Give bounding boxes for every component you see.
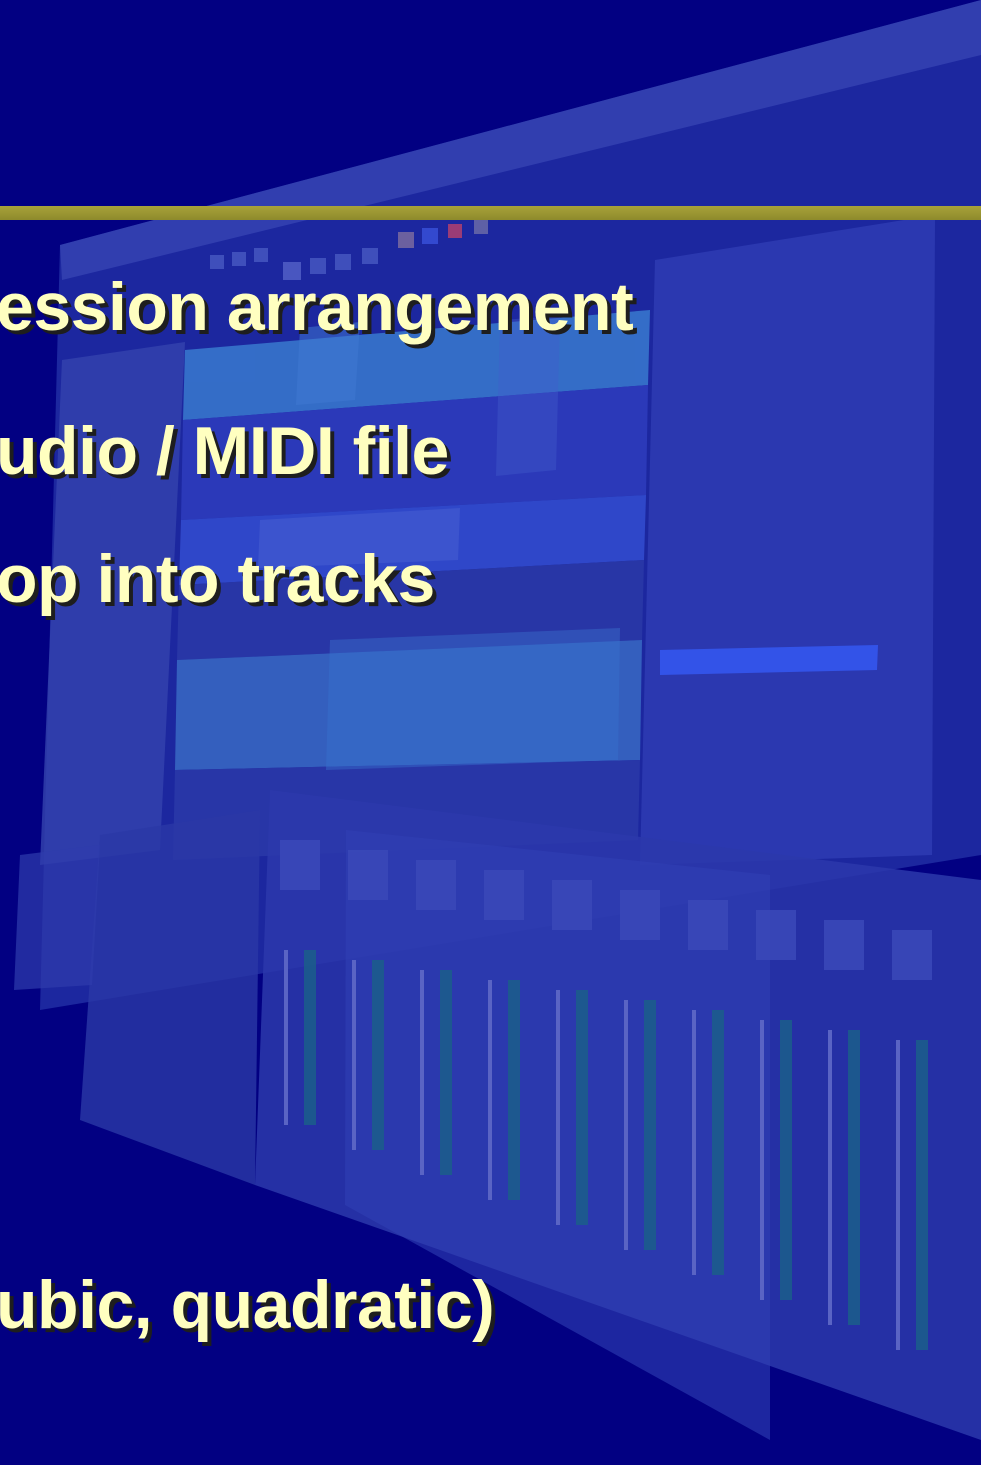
bullet-4: ubic, quadratic) <box>0 1267 495 1343</box>
bullet-1: ession arrangement <box>0 269 634 345</box>
connections-window <box>80 810 260 1185</box>
files-selected-row <box>660 645 878 675</box>
files-panel <box>640 215 935 865</box>
bullet-3: op into tracks <box>0 541 435 617</box>
bullet-2: udio / MIDI file <box>0 413 449 489</box>
title-rule <box>0 206 981 220</box>
messages-panel <box>14 845 100 990</box>
